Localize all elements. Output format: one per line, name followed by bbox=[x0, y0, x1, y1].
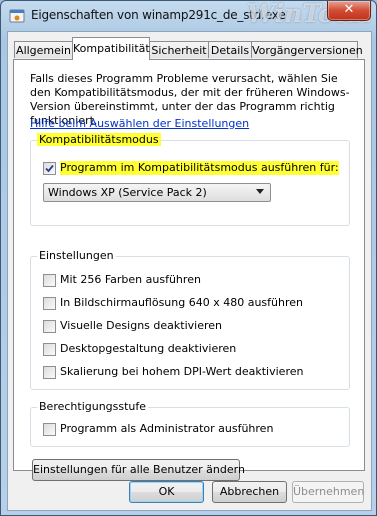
help-link[interactable]: Hilfe beim Auswählen der Einstellungen bbox=[30, 117, 249, 130]
close-button[interactable]: ✕ bbox=[327, 1, 371, 21]
tab-kompatibilitaet[interactable]: Kompatibilität bbox=[72, 37, 150, 60]
dropdown-arrow-icon bbox=[256, 189, 264, 194]
tab-details[interactable]: Details bbox=[208, 41, 252, 58]
setting-label: Visuelle Designs deaktivieren bbox=[60, 319, 222, 332]
setting-label: Desktopgestaltung deaktivieren bbox=[60, 342, 237, 355]
compat-mode-label: Programm im Kompatibilitätsmodus ausführ… bbox=[60, 161, 339, 175]
ok-button[interactable]: OK bbox=[129, 481, 204, 503]
privilege-group: Berechtigungsstufe Programm als Administ… bbox=[30, 400, 350, 447]
properties-window: Eigenschaften von winamp291c_de_std.exe … bbox=[0, 0, 377, 516]
run-as-admin-checkbox[interactable] bbox=[43, 423, 56, 436]
run-as-admin-label: Programm als Administrator ausführen bbox=[60, 422, 274, 435]
cancel-button[interactable]: Abbrechen bbox=[212, 481, 287, 503]
os-version-value: Windows XP (Service Pack 2) bbox=[48, 186, 207, 199]
checkbox[interactable] bbox=[43, 366, 56, 379]
settings-group: Einstellungen Mit 256 Farben ausführen I… bbox=[30, 249, 350, 390]
tab-vorgaengerversionen[interactable]: Vorgängerversionen bbox=[251, 41, 363, 58]
settings-legend: Einstellungen bbox=[37, 249, 116, 262]
setting-label: In Bildschirmauflösung 640 x 480 ausführ… bbox=[60, 296, 303, 309]
checkbox[interactable] bbox=[43, 297, 56, 310]
compat-mode-group: Kompatibilitätsmodus Programm im Kompati… bbox=[30, 133, 350, 226]
compat-mode-checkbox[interactable] bbox=[43, 162, 56, 175]
checkbox[interactable] bbox=[43, 320, 56, 333]
privilege-legend: Berechtigungsstufe bbox=[37, 400, 149, 413]
setting-label: Mit 256 Farben ausführen bbox=[60, 273, 201, 286]
tab-sicherheit[interactable]: Sicherheit bbox=[149, 41, 209, 58]
os-version-select[interactable]: Windows XP (Service Pack 2) bbox=[43, 183, 271, 202]
all-users-settings-button[interactable]: Einstellungen für alle Benutzer ändern bbox=[32, 459, 245, 481]
tab-allgemein[interactable]: Allgemein bbox=[14, 41, 73, 58]
compatibility-panel: Falls dieses Programm Probleme verursach… bbox=[13, 59, 365, 481]
checkmark-icon bbox=[45, 164, 54, 173]
checkbox[interactable] bbox=[43, 274, 56, 287]
tab-strip: Allgemein Kompatibilität Sicherheit Deta… bbox=[8, 37, 371, 60]
dialog-client-area: Allgemein Kompatibilität Sicherheit Deta… bbox=[7, 31, 372, 511]
application-icon bbox=[9, 9, 25, 23]
checkbox[interactable] bbox=[43, 343, 56, 356]
compat-mode-legend: Kompatibilitätsmodus bbox=[37, 133, 161, 146]
title-bar[interactable]: Eigenschaften von winamp291c_de_std.exe … bbox=[1, 0, 376, 29]
setting-label: Skalierung bei hohem DPI-Wert deaktivier… bbox=[60, 365, 304, 378]
apply-button[interactable]: Übernehmen bbox=[292, 481, 364, 503]
